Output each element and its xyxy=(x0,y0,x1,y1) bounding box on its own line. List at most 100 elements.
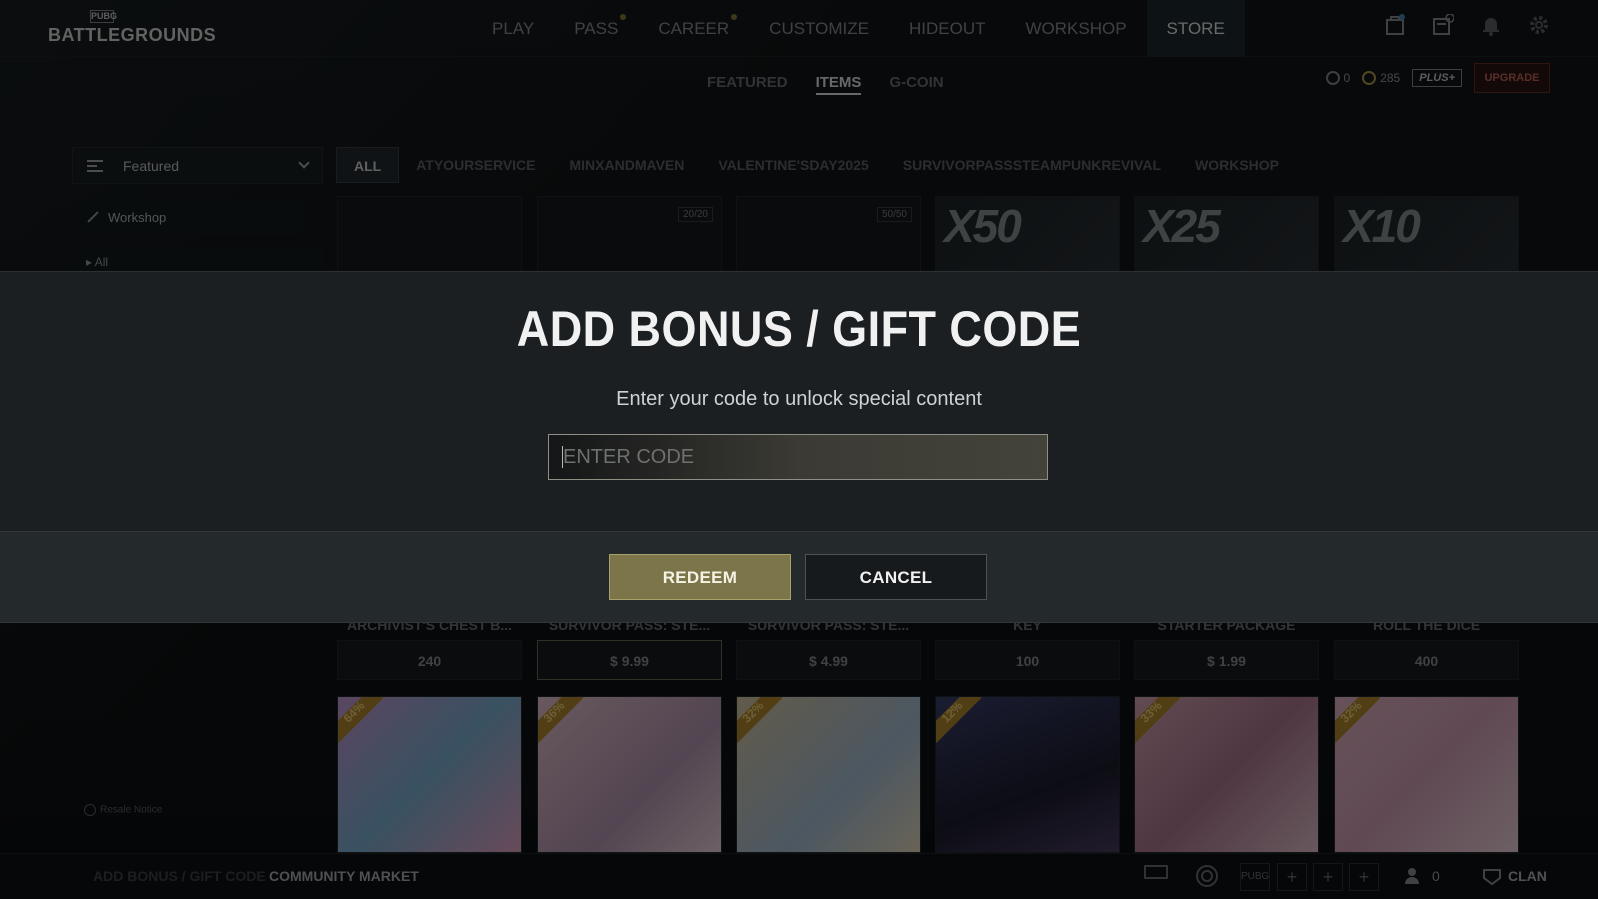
nav-label: HIDEOUT xyxy=(908,19,986,38)
item-artwork[interactable]: 12% xyxy=(935,696,1120,853)
category-tab[interactable]: SURVIVORPASSSTEAMPUNKREVIVAL xyxy=(886,147,1178,183)
info-icon xyxy=(84,804,96,816)
sort-dropdown[interactable]: Featured xyxy=(72,147,323,184)
gcoin-icon xyxy=(1362,71,1377,86)
store-tab-items[interactable]: ITEMS xyxy=(815,74,862,95)
item-artwork[interactable]: 36% xyxy=(537,696,722,853)
community-market-button[interactable]: COMMUNITY MARKET xyxy=(269,868,419,884)
top-icons xyxy=(1384,13,1550,36)
nav-label: PASS xyxy=(574,19,619,38)
bundle-quantity: X25 xyxy=(1143,200,1221,252)
item-price[interactable]: 400 xyxy=(1334,640,1519,680)
resale-notice[interactable]: Resale Notice xyxy=(84,804,162,816)
category-tab[interactable]: WORKSHOP xyxy=(1178,147,1296,183)
sidebar-item-all[interactable]: ▸ All xyxy=(72,247,323,271)
category-tab[interactable]: VALENTINE'SDAY2025 xyxy=(701,147,885,183)
top-bar: PUBG BATTLEGROUNDS PLAY PASS CAREER CUSTOMI… xyxy=(0,0,1598,57)
store-tab-g-coin[interactable]: G-COIN xyxy=(889,74,943,95)
gear-icon[interactable] xyxy=(1528,14,1550,36)
dialog-subtitle: Enter your code to unlock special conten… xyxy=(616,388,982,410)
category-tab[interactable]: ATYOURSERVICE xyxy=(399,147,552,183)
store-item-card[interactable]: 50/50 xyxy=(736,196,921,276)
friends-icon[interactable] xyxy=(1404,866,1424,886)
nav-label: PLAY xyxy=(492,19,535,38)
bp-amount: 0 xyxy=(1343,70,1351,85)
notification-dot xyxy=(731,14,738,20)
chevron-down-icon xyxy=(298,157,310,169)
pubg-logo: PUBG BATTLEGROUNDS xyxy=(48,10,217,46)
pubg-badge-icon[interactable]: PUBG xyxy=(1240,863,1270,891)
store-item-card[interactable]: 20/20 xyxy=(537,196,722,276)
stock-badge: 20/20 xyxy=(677,207,713,222)
bp-balance: 0 xyxy=(1325,70,1351,86)
bundle-quantity: X50 xyxy=(944,200,1022,252)
main-nav: PLAY PASS CAREER CUSTOMIZE HIDEOUT WORKSHOP ST… xyxy=(472,0,1245,57)
plus-badge: PLUS+ xyxy=(1412,69,1462,87)
gcoin-amount: 285 xyxy=(1380,70,1401,85)
redeem-button[interactable]: REDEEM xyxy=(609,554,791,600)
store-item-card[interactable]: X25 xyxy=(1134,196,1319,276)
text-caret xyxy=(562,446,563,468)
nav-customize[interactable]: CUSTOMIZE xyxy=(749,0,889,57)
category-tab[interactable]: ALL xyxy=(336,147,400,183)
shop-bag-icon[interactable] xyxy=(1384,14,1406,36)
resale-notice-label: Resale Notice xyxy=(100,804,163,816)
dialog-title: ADD BONUS / GIFT CODE xyxy=(516,301,1082,357)
store-subnav: FEATURED ITEMS G-COIN xyxy=(707,74,944,95)
store-item-card[interactable]: X10 xyxy=(1334,196,1519,276)
nav-label: WORKSHOP xyxy=(1025,19,1127,38)
nav-label: STORE xyxy=(1166,19,1225,38)
add-slot-button[interactable]: + xyxy=(1277,863,1307,891)
store-item-card[interactable] xyxy=(337,196,522,276)
item-price[interactable]: $ 9.99 xyxy=(537,640,722,680)
mission-card-icon[interactable] xyxy=(1432,13,1455,36)
item-price[interactable]: 240 xyxy=(337,640,522,680)
nav-workshop[interactable]: WORKSHOP xyxy=(1005,0,1146,57)
gift-code-input[interactable] xyxy=(548,434,1048,480)
item-artwork[interactable]: 64% xyxy=(337,696,522,853)
bundle-quantity: X10 xyxy=(1343,200,1421,252)
sort-selected: Featured xyxy=(123,157,180,174)
chat-icon[interactable] xyxy=(1141,863,1171,891)
nav-pass[interactable]: PASS xyxy=(554,0,638,57)
sidebar-item-label: Workshop xyxy=(108,209,167,225)
upgrade-button[interactable]: UPGRADE xyxy=(1474,63,1550,93)
item-price[interactable]: $ 1.99 xyxy=(1134,640,1319,680)
add-slot-button[interactable]: + xyxy=(1313,863,1343,891)
gift-code-button[interactable]: ADD BONUS / GIFT CODE xyxy=(93,868,266,884)
clan-icon[interactable] xyxy=(1482,866,1502,886)
item-price[interactable]: 100 xyxy=(935,640,1120,680)
nav-play[interactable]: PLAY xyxy=(472,0,554,57)
currency-bar: 0 285 PLUS+ UPGRADE xyxy=(1325,63,1550,93)
add-slot-button[interactable]: + xyxy=(1349,863,1379,891)
radar-icon[interactable] xyxy=(1192,863,1222,891)
item-artwork[interactable]: 32% xyxy=(736,696,921,853)
logo-text: BATTLEGROUNDS xyxy=(48,25,217,45)
nav-store[interactable]: STORE xyxy=(1146,0,1245,57)
bell-icon[interactable] xyxy=(1480,14,1502,36)
friends-count: 0 xyxy=(1432,868,1440,884)
item-artwork[interactable]: 32% xyxy=(1334,696,1519,853)
sidebar-item-workshop[interactable]: Workshop xyxy=(72,199,302,235)
nav-label: CUSTOMIZE xyxy=(769,19,869,38)
nav-career[interactable]: CAREER xyxy=(638,0,749,57)
gcoin-balance: 285 xyxy=(1362,71,1400,86)
hammer-icon xyxy=(87,211,99,223)
clan-label[interactable]: CLAN xyxy=(1508,868,1547,884)
sort-icon xyxy=(87,159,103,172)
bottom-bar: ADD BONUS / GIFT CODE COMMUNITY MARKET P… xyxy=(0,853,1598,899)
item-price[interactable]: $ 4.99 xyxy=(736,640,921,680)
store-item-card[interactable]: X50 xyxy=(935,196,1120,276)
nav-hideout[interactable]: HIDEOUT xyxy=(889,0,1006,57)
notification-dot xyxy=(620,14,627,20)
dialog-button-bar xyxy=(0,531,1598,623)
item-artwork[interactable]: 33% xyxy=(1134,696,1319,853)
category-tab[interactable]: MINXANDMAVEN xyxy=(553,147,702,183)
logo-small-text: PUBG xyxy=(90,10,118,23)
category-tabs: ALL ATYOURSERVICE MINXANDMAVEN VALENTINE'SD… xyxy=(336,147,1296,183)
cancel-button[interactable]: CANCEL xyxy=(805,554,987,600)
stock-badge: 50/50 xyxy=(876,207,912,222)
store-tab-featured[interactable]: FEATURED xyxy=(707,74,788,95)
nav-label: CAREER xyxy=(658,19,730,38)
bp-coin-icon xyxy=(1325,71,1340,86)
